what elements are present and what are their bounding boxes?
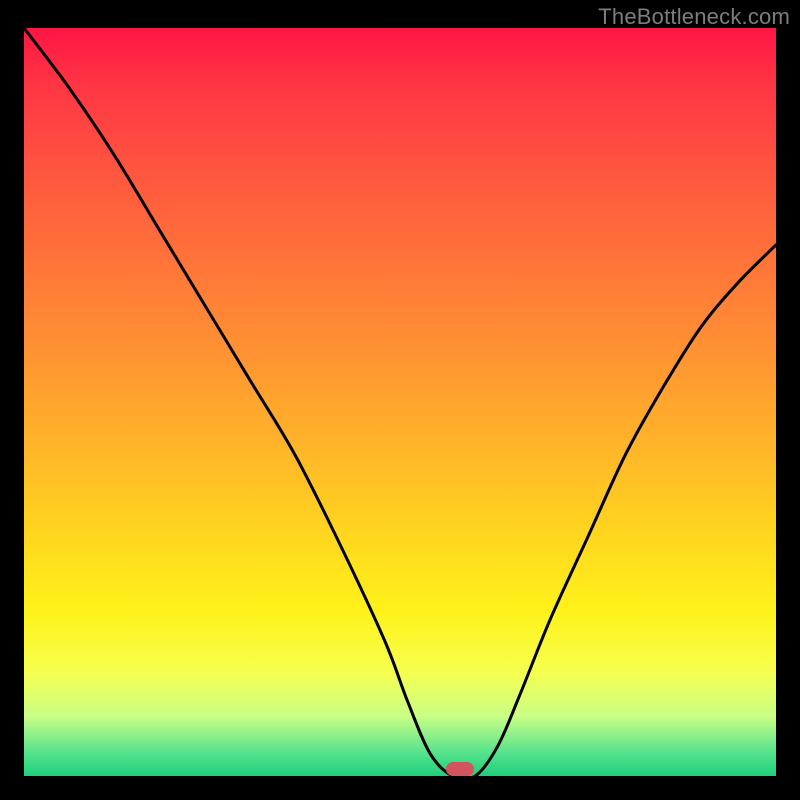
- optimum-marker: [446, 762, 474, 776]
- bottleneck-curve: [24, 28, 776, 776]
- attribution-text: TheBottleneck.com: [598, 4, 790, 30]
- plot-area: [24, 28, 776, 776]
- curve-svg: [24, 28, 776, 776]
